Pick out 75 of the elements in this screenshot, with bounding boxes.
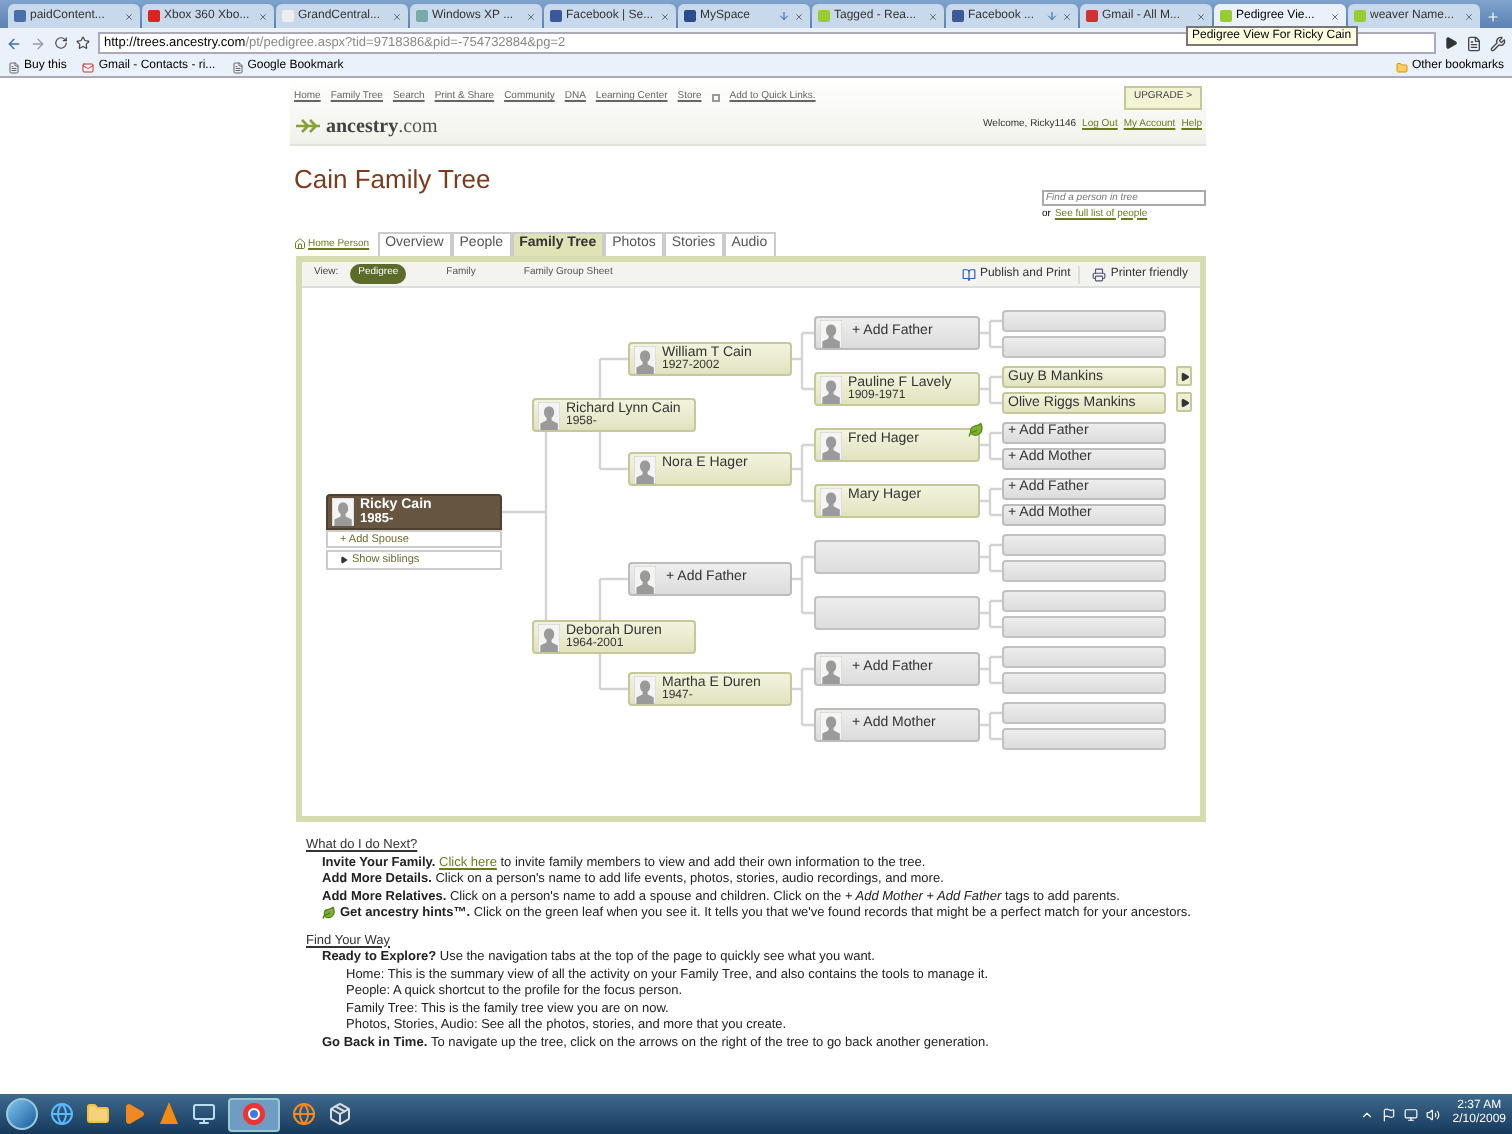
printer-icon [1092, 267, 1107, 281]
person-silhouette-icon [820, 376, 842, 404]
wrench-icon[interactable] [1490, 35, 1506, 51]
folder-icon [1395, 61, 1408, 73]
leaf-logo-icon [294, 116, 322, 136]
favicon-icon [818, 10, 830, 22]
connector-line [790, 667, 816, 727]
connector-line [790, 443, 816, 503]
person-silhouette-icon [820, 488, 842, 516]
arrow-right-icon [340, 556, 348, 564]
forward-icon[interactable] [30, 35, 46, 51]
person-silhouette-icon [332, 498, 354, 526]
package-icon[interactable] [328, 1102, 352, 1126]
connector-line [978, 431, 1004, 461]
monitor-icon[interactable] [1404, 1107, 1419, 1121]
book-icon [961, 267, 976, 281]
page-title: Cain Family Tree [292, 164, 491, 196]
favicon-icon [14, 10, 26, 22]
page-icon [231, 61, 244, 73]
connector-line [978, 319, 1004, 349]
globe-icon[interactable] [292, 1102, 316, 1126]
page-icon[interactable] [1466, 35, 1482, 51]
person-silhouette-icon [634, 456, 656, 484]
checkbox-icon [711, 93, 720, 102]
person-silhouette-icon [820, 432, 842, 460]
hint-leaf-icon[interactable] [968, 422, 984, 438]
page-icon [8, 61, 20, 73]
next-generation-button[interactable] [1176, 366, 1192, 386]
person-silhouette-icon [538, 624, 560, 652]
connector-line [978, 375, 1004, 405]
favicon-icon [282, 10, 294, 22]
arrow-right-icon [1179, 371, 1189, 381]
leaf-icon [322, 906, 336, 920]
favicon-icon [148, 10, 160, 22]
favicon-icon [416, 10, 428, 22]
person-silhouette-icon [634, 676, 656, 704]
circle-icon [242, 1102, 266, 1126]
connector-line [978, 599, 1004, 629]
globe-icon[interactable] [50, 1102, 74, 1126]
connector-line [978, 655, 1004, 685]
cone-icon[interactable] [158, 1102, 180, 1126]
arrow-right-icon [1179, 397, 1189, 407]
favicon-icon [684, 10, 696, 22]
folder-icon[interactable] [86, 1102, 110, 1126]
person-silhouette-icon [538, 402, 560, 430]
site-logo[interactable]: ancestry.com [326, 111, 438, 141]
play-icon[interactable] [1444, 36, 1458, 50]
next-generation-button[interactable] [1176, 392, 1192, 412]
person-silhouette-icon [634, 565, 656, 593]
back-icon[interactable] [6, 35, 22, 51]
connector-line [790, 331, 816, 391]
connector-line [978, 487, 1004, 517]
favicon-icon [1220, 10, 1232, 22]
active-app-button[interactable] [228, 1097, 280, 1131]
speaker-icon[interactable] [1426, 1107, 1441, 1121]
person-silhouette-icon [634, 346, 656, 374]
person-silhouette-icon [820, 711, 842, 739]
monitor-icon[interactable] [192, 1102, 216, 1126]
person-silhouette-icon [820, 655, 842, 683]
start-button[interactable] [6, 1098, 38, 1130]
favicon-icon [1354, 10, 1366, 22]
mail-icon [82, 61, 95, 73]
house-icon [294, 238, 306, 251]
connector-line [978, 543, 1004, 573]
flag-icon[interactable] [1382, 1107, 1397, 1121]
chevron-up-icon[interactable] [1360, 1107, 1375, 1121]
favicon-icon [550, 10, 562, 22]
reload-icon[interactable] [54, 36, 68, 50]
favicon-icon [952, 10, 964, 22]
favicon-icon [1086, 10, 1098, 22]
star-icon[interactable] [76, 36, 90, 50]
connector-line [978, 711, 1004, 741]
new-tab-icon[interactable] [1486, 10, 1500, 24]
person-silhouette-icon [820, 319, 842, 347]
connector-line [790, 555, 816, 615]
